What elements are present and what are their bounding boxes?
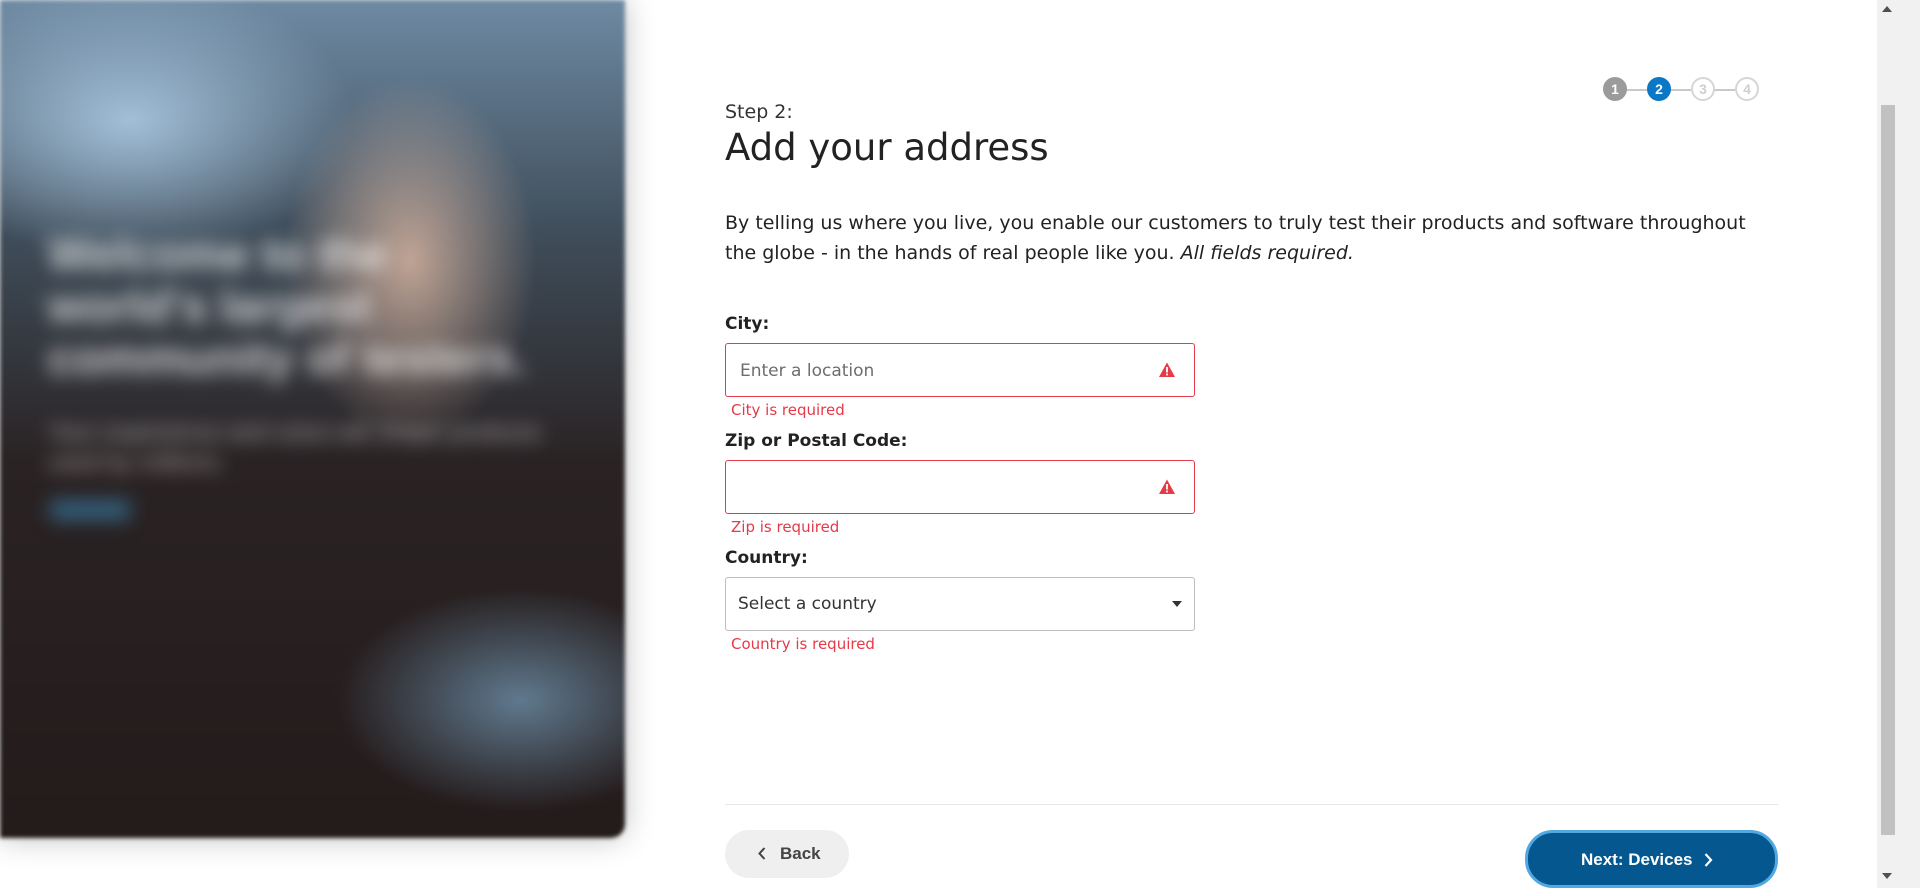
- scroll-up-arrow-icon[interactable]: [1882, 6, 1892, 12]
- city-field[interactable]: [725, 343, 1195, 398]
- city-label: City:: [725, 314, 770, 334]
- page-scrollbar[interactable]: [1877, 0, 1920, 888]
- required-note: All fields required.: [1180, 242, 1354, 264]
- city-error: City is required: [731, 401, 845, 419]
- step-4-indicator: 4: [1735, 77, 1759, 101]
- caret-down-icon: [1172, 601, 1182, 607]
- footer-divider: [725, 804, 1778, 805]
- country-label: Country:: [725, 548, 808, 568]
- warning-triangle-icon: [1159, 362, 1175, 377]
- country-error: Country is required: [731, 635, 875, 653]
- back-button[interactable]: Back: [725, 830, 849, 878]
- scroll-down-arrow-icon[interactable]: [1882, 873, 1892, 879]
- zip-label: Zip or Postal Code:: [725, 431, 908, 451]
- page-title: Add your address: [725, 126, 1049, 169]
- step-1-indicator: 1: [1603, 77, 1627, 101]
- step-3-indicator: 3: [1691, 77, 1715, 101]
- chevron-left-icon: [758, 847, 766, 860]
- hero-image-panel: Welcome to the world's largest community…: [0, 0, 625, 838]
- next-button-label: Next: Devices: [1581, 850, 1693, 869]
- zip-input[interactable]: [738, 461, 1142, 515]
- scrollbar-thumb[interactable]: [1881, 105, 1895, 835]
- hero-link: [50, 500, 130, 520]
- chevron-right-icon: [1704, 853, 1713, 867]
- progress-stepper: 1 2 3 4: [1603, 77, 1778, 103]
- back-button-label: Back: [780, 844, 821, 863]
- intro-paragraph: By telling us where you live, you enable…: [725, 208, 1775, 268]
- step-label: Step 2:: [725, 101, 793, 123]
- city-input[interactable]: [738, 344, 1142, 398]
- country-select[interactable]: Select a country: [725, 577, 1195, 631]
- next-devices-button[interactable]: Next: Devices: [1525, 830, 1778, 888]
- zip-field[interactable]: [725, 460, 1195, 515]
- signup-form-main: 1 2 3 4 Step 2: Add your address By tell…: [725, 0, 1778, 888]
- country-select-value: Select a country: [738, 594, 877, 614]
- hero-headline: Welcome to the world's largest community…: [48, 228, 526, 384]
- warning-triangle-icon: [1159, 479, 1175, 494]
- step-2-indicator: 2: [1647, 77, 1671, 101]
- zip-error: Zip is required: [731, 518, 840, 536]
- hero-subtext: Your experience and voice will shape pro…: [48, 419, 541, 476]
